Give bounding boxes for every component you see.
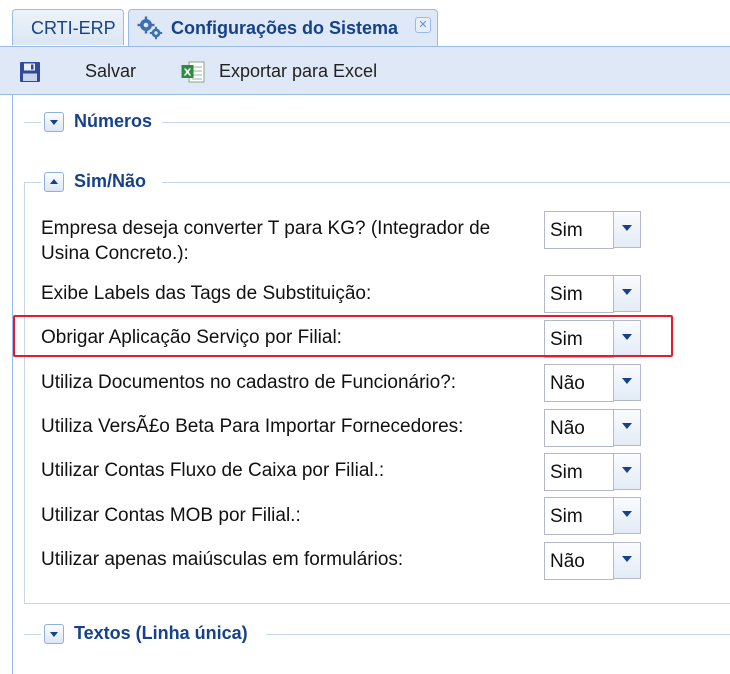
excel-icon[interactable]: X [181, 61, 205, 83]
select-value[interactable]: Sim [544, 275, 614, 313]
tab-crti-erp-label: CRTI-ERP [31, 18, 116, 38]
select-value[interactable]: Não [544, 409, 614, 447]
expand-textos-toggle[interactable] [44, 624, 64, 644]
select-documentos-funcionario[interactable]: Não [544, 364, 641, 402]
chevron-down-icon [622, 511, 632, 517]
fieldset-border [24, 182, 25, 604]
select-value[interactable]: Sim [544, 453, 614, 491]
fieldset-border [162, 122, 730, 123]
fieldset-border [162, 182, 730, 183]
dropdown-trigger[interactable] [613, 275, 641, 312]
chevron-up-icon [50, 179, 58, 184]
fieldset-border [24, 182, 41, 183]
dropdown-trigger[interactable] [613, 542, 641, 579]
select-exibe-labels[interactable]: Sim [544, 275, 641, 313]
fieldset-border [24, 122, 41, 123]
section-title-numeros: Números [74, 111, 153, 131]
fieldset-border [24, 603, 730, 604]
chevron-down-icon [622, 423, 632, 429]
setting-label-fluxo-caixa: Utilizar Contas Fluxo de Caixa por Filia… [41, 460, 385, 481]
chevron-down-icon [622, 378, 632, 384]
select-converter-t-kg[interactable]: Sim [544, 211, 641, 249]
setting-label-maiusculas: Utilizar apenas maiúsculas em formulário… [41, 549, 404, 570]
select-contas-mob[interactable]: Sim [544, 497, 641, 535]
select-value[interactable]: Sim [544, 211, 614, 249]
dropdown-trigger[interactable] [613, 453, 641, 490]
fieldset-border [24, 634, 41, 635]
select-maiusculas[interactable]: Não [544, 542, 641, 580]
expand-numeros-toggle[interactable] [44, 112, 64, 132]
setting-label-documentos-funcionario: Utiliza Documentos no cadastro de Funcio… [41, 372, 457, 393]
tab-configuracoes-label: Configurações do Sistema [171, 18, 399, 38]
select-value[interactable]: Não [544, 542, 614, 580]
chevron-down-icon [622, 556, 632, 562]
setting-label-contas-mob: Utilizar Contas MOB por Filial.: [41, 505, 301, 526]
section-title-sim-nao: Sim/Não [74, 171, 147, 191]
chevron-down-icon [50, 632, 58, 637]
save-button[interactable]: Salvar [85, 61, 136, 82]
setting-label-line: Empresa deseja converter T para KG? (Int… [41, 218, 491, 239]
select-fluxo-caixa[interactable]: Sim [544, 453, 641, 491]
dropdown-trigger[interactable] [613, 364, 641, 401]
setting-label-versao-beta: Utiliza VersÃ£o Beta Para Importar Forne… [41, 416, 464, 437]
select-value[interactable]: Sim [544, 497, 614, 535]
chevron-down-icon [622, 467, 632, 473]
dropdown-trigger[interactable] [613, 409, 641, 446]
dropdown-trigger[interactable] [613, 497, 641, 534]
collapse-sim-nao-toggle[interactable] [44, 172, 64, 192]
floppy-disk-icon[interactable] [19, 61, 41, 83]
close-icon[interactable]: ✕ [415, 17, 431, 33]
tab-bar: CRTI-ERP Configurações do Sistema ✕ [0, 0, 730, 47]
gear-icon [137, 16, 163, 40]
svg-text:X: X [184, 68, 192, 79]
dropdown-trigger[interactable] [613, 211, 641, 248]
tab-crti-erp[interactable]: CRTI-ERP [12, 9, 124, 45]
select-value[interactable]: Não [544, 364, 614, 402]
highlight-box [13, 315, 673, 357]
section-title-textos: Textos (Linha única) [74, 623, 248, 643]
setting-label-exibe-labels: Exibe Labels das Tags de Substituição: [41, 283, 372, 304]
setting-label-converter-t-kg: Empresa deseja converter T para KG? (Int… [41, 216, 490, 266]
export-excel-button[interactable]: Exportar para Excel [219, 61, 377, 82]
toolbar: Salvar X Exportar para Excel [0, 47, 730, 95]
chevron-down-icon [622, 289, 632, 295]
fieldset-border [266, 634, 730, 635]
select-versao-beta[interactable]: Não [544, 409, 641, 447]
setting-label-line: Usina Concreto.): [41, 243, 189, 264]
tab-configuracoes-sistema[interactable]: Configurações do Sistema ✕ [128, 9, 438, 46]
chevron-down-icon [50, 120, 58, 125]
chevron-down-icon [622, 225, 632, 231]
